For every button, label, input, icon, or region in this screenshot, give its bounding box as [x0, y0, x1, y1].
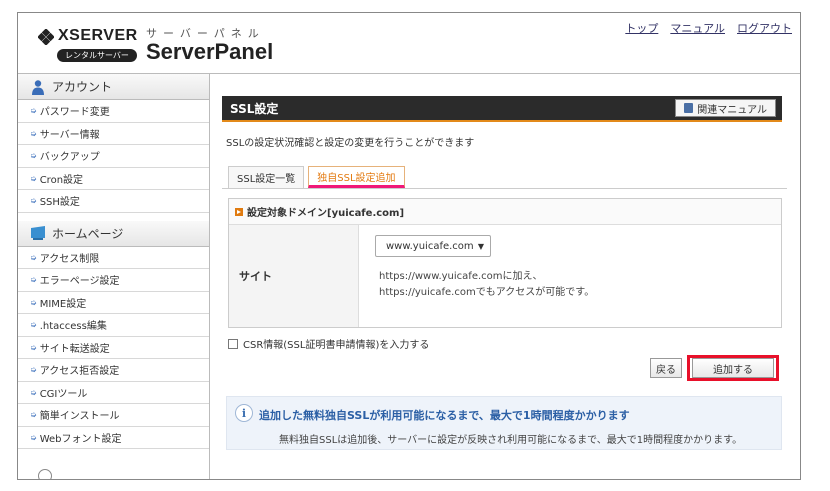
sidebar-item-cgi[interactable]: ➭ CGIツール: [18, 381, 209, 404]
section-title-bar: SSL設定 関連マニュアル: [222, 96, 782, 122]
sidebar-heading-label: ホームページ: [52, 226, 124, 241]
arrow-icon: ➭: [30, 196, 37, 206]
sidebar-item-label: CGIツール: [39, 388, 88, 400]
arrow-icon: ➭: [30, 252, 37, 262]
sidebar-item-label: Webフォント設定: [39, 433, 122, 445]
sidebar-item-label: パスワード変更: [39, 107, 110, 119]
csr-option[interactable]: CSR情報(SSL証明書申請情報)を入力する: [228, 336, 429, 351]
site-label: サイト: [229, 225, 359, 327]
info-title: 追加した無料独自SSLが利用可能になるまで、最大で1時間程度かかります: [259, 409, 630, 422]
arrow-icon: ➭: [30, 128, 37, 138]
site-note-line: https://www.yuicafe.comに加え、: [379, 271, 543, 282]
page-title: SSL設定: [230, 101, 279, 116]
sidebar-item-label: アクセス制限: [39, 253, 100, 265]
csr-checkbox[interactable]: [228, 338, 238, 349]
arrow-icon: ➭: [30, 151, 37, 161]
tab-bar: SSL設定一覧 独自SSL設定追加: [228, 166, 405, 188]
domain-heading: 設定対象ドメイン[yuicafe.com]: [229, 199, 781, 225]
play-marker-icon: [235, 207, 243, 216]
sidebar-item-label: SSH設定: [39, 197, 80, 209]
domain-select[interactable]: www.yuicafe.com ▼: [375, 235, 491, 257]
tab-divider: [222, 188, 787, 189]
book-icon: [684, 103, 694, 113]
sidebar-item-ssh[interactable]: ➭ SSH設定: [18, 190, 209, 213]
sidebar-item-label: アクセス拒否設定: [39, 366, 120, 378]
arrow-icon: ➭: [30, 320, 37, 330]
monitor-icon: [31, 226, 45, 240]
sidebar-item-htaccess[interactable]: ➭ .htaccess編集: [18, 314, 209, 337]
domain-heading-label: 設定対象ドメイン[yuicafe.com]: [247, 208, 405, 219]
top-links: トップ マニュアル ログアウト: [625, 20, 792, 36]
site-note-line: https://yuicafe.comでもアクセスが可能です。: [379, 287, 595, 298]
arrow-icon: ➭: [30, 106, 37, 116]
sidebar-item-error-page[interactable]: ➭ エラーページ設定: [18, 269, 209, 292]
logo-badge: レンタルサーバー: [57, 49, 137, 62]
sidebar-heading-label: アカウント: [52, 80, 113, 94]
sidebar-item-password[interactable]: ➭ パスワード変更: [18, 100, 209, 123]
arrow-icon: ➭: [30, 387, 37, 397]
header: XSERVER レンタルサーバー サーバーパネル ServerPanel トップ…: [18, 13, 800, 73]
arrow-icon: ➭: [30, 342, 37, 352]
panel-title: ServerPanel: [146, 39, 274, 64]
sidebar-item-label: サーバー情報: [39, 129, 100, 141]
sidebar-spacer: [18, 212, 209, 221]
sidebar-item-label: バックアップ: [39, 152, 100, 164]
add-button[interactable]: 追加する: [692, 358, 774, 378]
logout-link[interactable]: ログアウト: [737, 20, 792, 36]
arrow-icon: ➭: [30, 275, 37, 285]
arrow-icon: ➭: [30, 297, 37, 307]
main-content: SSL設定 関連マニュアル SSLの設定状況確認と設定の変更を行うことができます…: [210, 73, 800, 479]
domain-settings-box: 設定対象ドメイン[yuicafe.com] サイト www.yuicafe.co…: [228, 198, 782, 328]
tab-ssl-list[interactable]: SSL設定一覧: [228, 166, 305, 188]
related-manual-button[interactable]: 関連マニュアル: [675, 99, 776, 117]
sidebar: アカウント ➭ パスワード変更 ➭ サーバー情報 ➭ バックアップ ➭ Cron設定 ➭…: [18, 73, 210, 479]
sidebar-item-backup[interactable]: ➭ バックアップ: [18, 145, 209, 168]
sidebar-item-label: 簡単インストール: [39, 411, 120, 423]
sidebar-item-label: .htaccess編集: [39, 321, 107, 333]
top-link[interactable]: トップ: [625, 20, 658, 36]
sidebar-item-label: Cron設定: [39, 174, 84, 186]
homepage-menu: ➭ アクセス制限 ➭ エラーページ設定 ➭ MIME設定 ➭ .htaccess編集 ➭…: [18, 246, 209, 449]
info-text: 無料独自SSLは追加後、サーバーに設定が反映され利用可能になるまで、最大で1時間…: [279, 435, 743, 446]
sidebar-item-web-font[interactable]: ➭ Webフォント設定: [18, 426, 209, 449]
partial-icon: [38, 469, 52, 479]
back-button[interactable]: 戻る: [650, 358, 682, 378]
arrow-icon: ➭: [30, 410, 37, 420]
user-icon: [32, 79, 44, 95]
tab-add-ssl[interactable]: 独自SSL設定追加: [308, 166, 405, 188]
info-notice: i 追加した無料独自SSLが利用可能になるまで、最大で1時間程度かかります 無料…: [226, 396, 782, 450]
sidebar-item-site-redirect[interactable]: ➭ サイト転送設定: [18, 336, 209, 359]
info-icon: i: [235, 404, 253, 422]
arrow-icon: ➭: [30, 173, 37, 183]
server-panel-window: XSERVER レンタルサーバー サーバーパネル ServerPanel トップ…: [17, 12, 801, 480]
sidebar-item-label: エラーページ設定: [39, 276, 120, 288]
related-manual-label: 関連マニュアル: [697, 104, 767, 116]
sidebar-item-easy-install[interactable]: ➭ 簡単インストール: [18, 404, 209, 427]
sidebar-item-server-info[interactable]: ➭ サーバー情報: [18, 122, 209, 145]
page-description: SSLの設定状況確認と設定の変更を行うことができます: [226, 138, 475, 149]
arrow-icon: ➭: [30, 432, 37, 442]
csr-label: CSR情報(SSL証明書申請情報)を入力する: [243, 340, 430, 351]
manual-link[interactable]: マニュアル: [670, 20, 725, 36]
sidebar-item-cron[interactable]: ➭ Cron設定: [18, 167, 209, 190]
diamond-logo-icon: [38, 29, 54, 45]
sidebar-item-access-deny[interactable]: ➭ アクセス拒否設定: [18, 359, 209, 382]
dropdown-caret-icon: ▼: [477, 241, 484, 251]
sidebar-item-label: MIME設定: [39, 298, 87, 310]
sidebar-heading-account: アカウント: [18, 74, 209, 100]
sidebar-heading-homepage: ホームページ: [18, 220, 209, 247]
sidebar-item-mime[interactable]: ➭ MIME設定: [18, 291, 209, 314]
sidebar-item-access-limit[interactable]: ➭ アクセス制限: [18, 246, 209, 269]
sidebar-item-label: サイト転送設定: [39, 343, 110, 355]
account-menu: ➭ パスワード変更 ➭ サーバー情報 ➭ バックアップ ➭ Cron設定 ➭ SSH設定: [18, 100, 209, 213]
domain-select-value: www.yuicafe.com: [386, 240, 474, 252]
site-note: https://www.yuicafe.comに加え、 https://yuic…: [379, 269, 594, 301]
arrow-icon: ➭: [30, 365, 37, 375]
logo-text: XSERVER: [58, 27, 138, 44]
